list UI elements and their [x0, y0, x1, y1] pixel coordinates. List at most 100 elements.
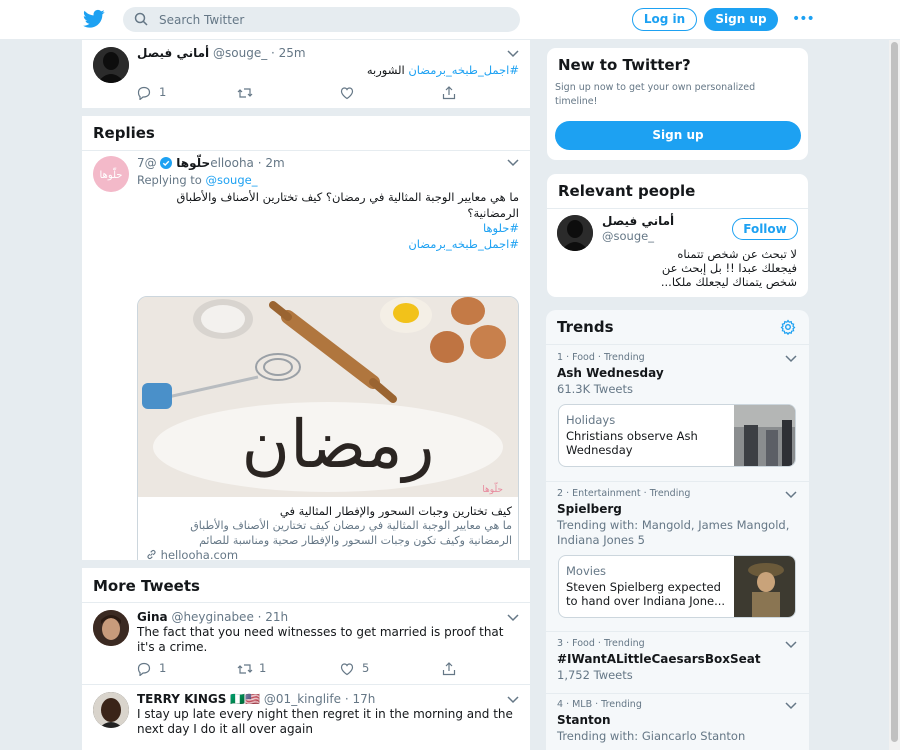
sidebar-signup-button[interactable]: Sign up: [555, 121, 801, 150]
follow-button[interactable]: Follow: [732, 218, 798, 240]
tweet-time[interactable]: · 25m: [271, 46, 306, 60]
link-icon: [147, 549, 156, 560]
top-tweet[interactable]: أماني فيصل @souge_ · 25m #اجمل_طبخه_برمض…: [82, 40, 530, 108]
chevron-down-icon[interactable]: [785, 641, 797, 649]
avatar[interactable]: [93, 610, 129, 646]
trend-news-card[interactable]: Holidays Christians observe Ash Wednesda…: [558, 404, 796, 467]
person-handle[interactable]: @souge_: [602, 229, 654, 243]
tweet-time[interactable]: · 17h: [345, 692, 376, 706]
chevron-down-icon[interactable]: [507, 696, 519, 704]
tweet-author: أماني فيصل @souge_ · 25m: [137, 46, 306, 60]
author-name[interactable]: TERRY KINGS: [137, 692, 226, 706]
avatar[interactable]: [93, 47, 129, 83]
author-name[interactable]: أماني فيصل: [137, 46, 209, 60]
search-icon: [134, 12, 148, 26]
reply-count: 1: [159, 661, 167, 675]
twitter-logo-icon[interactable]: [83, 9, 105, 29]
hashtag-link[interactable]: #حلوها: [137, 221, 519, 237]
link-card[interactable]: رمضان حلّوها كيف تختارين وجبات السحور وا…: [137, 296, 519, 571]
news-thumbnail-icon: [734, 405, 795, 466]
main-column: أماني فيصل @souge_ · 25m #اجمل_طبخه_برمض…: [82, 40, 530, 750]
relevant-people-title: Relevant people: [558, 182, 696, 200]
author-name[interactable]: حلّوها: [176, 156, 210, 170]
replying-handle-link[interactable]: @souge_: [206, 173, 258, 187]
share-icon: [442, 86, 456, 100]
more-icon[interactable]: •••: [792, 11, 815, 27]
avatar[interactable]: حلّوها: [93, 156, 129, 192]
retweet-icon: [237, 664, 253, 674]
author-flags: 🇳🇬🇺🇸: [230, 692, 261, 706]
person-bio: لا تبحث عن شخص تتمناه فيجعلك عبدا !! بل …: [557, 247, 797, 289]
tweet-line: ما هي معايير الوجبة المثالية في رمضان؟ ك…: [176, 190, 520, 204]
chevron-down-icon[interactable]: [507, 50, 519, 58]
trend-news-card[interactable]: Movies Steven Spielberg expected to hand…: [558, 555, 796, 618]
trend-sub: Trending with: Giancarlo Stanton: [557, 729, 746, 743]
card-desc-line: ما هي معايير الوجبة المثالية في رمضان كي…: [190, 519, 512, 532]
login-button[interactable]: Log in: [632, 8, 697, 31]
tweet-text: I stay up late every night then regret i…: [137, 707, 513, 736]
author-handle[interactable]: @heyginabee: [171, 610, 253, 624]
avatar-image-icon: [93, 47, 129, 83]
search-bar[interactable]: [123, 7, 520, 32]
section-gap: [82, 108, 530, 116]
trend-meta: 3 · Food · Trending: [557, 638, 645, 649]
replies-section: Replies حلّوها حلّوها @7ellooha · 2m Rep…: [82, 116, 530, 594]
settings-gear-icon[interactable]: [780, 319, 796, 335]
new-to-twitter-card: New to Twitter? Sign up now to get your …: [546, 47, 809, 161]
search-input[interactable]: [159, 10, 499, 29]
link-card-desc: ما هي معايير الوجبة المثالية في رمضان كي…: [146, 519, 512, 548]
hashtag-link[interactable]: #اجمل_طبخه_برمضان: [408, 63, 519, 77]
chevron-down-icon[interactable]: [785, 491, 797, 499]
trend-sub: Trending with: Mangold, James Mangold, I…: [557, 518, 790, 547]
section-gap: [82, 560, 530, 568]
replying-to: Replying to @souge_: [137, 173, 519, 188]
trend-item[interactable]: 1 · Food · Trending Ash Wednesday 61.3K …: [546, 345, 809, 480]
scrollbar-thumb[interactable]: [891, 42, 898, 742]
avatar[interactable]: [557, 215, 593, 251]
chevron-down-icon[interactable]: [507, 614, 519, 622]
trend-item[interactable]: 2 · Entertainment · Trending Spielberg T…: [546, 482, 809, 630]
tweet-body: الشوربه: [366, 63, 405, 77]
hashtag-link[interactable]: #اجمل_طبخه_برمضان: [137, 237, 519, 253]
trend-name: Stanton: [557, 713, 611, 727]
new-to-twitter-desc: Sign up now to get your own personalized…: [555, 82, 756, 107]
bio-line: لا تبحث عن شخص تتمناه: [677, 247, 797, 261]
chevron-down-icon[interactable]: [785, 355, 797, 363]
author-handle[interactable]: @souge_: [213, 46, 267, 60]
scrollbar[interactable]: [889, 40, 900, 750]
tweet-actions: 1 1 5: [137, 661, 467, 677]
tweet-time[interactable]: · 2m: [258, 156, 285, 170]
person-name[interactable]: أماني فيصل: [602, 214, 674, 228]
author-name[interactable]: Gina: [137, 610, 168, 624]
signup-button[interactable]: Sign up: [704, 8, 778, 31]
new-to-twitter-title: New to Twitter?: [558, 56, 691, 74]
trend-item[interactable]: 3 · Food · Trending #IWantALittleCaesars…: [546, 632, 809, 692]
chevron-down-icon[interactable]: [507, 159, 519, 167]
trend-name: Ash Wednesday: [557, 366, 664, 380]
replying-prefix: Replying to: [137, 173, 202, 187]
verified-badge-icon: [160, 157, 173, 169]
avatar-image-icon: حلّوها: [93, 156, 129, 192]
tweet-time[interactable]: · 21h: [258, 610, 289, 624]
link-card-image: رمضان حلّوها: [138, 297, 518, 497]
avatar-image-icon: [93, 692, 129, 728]
card-image-text: رمضان: [241, 406, 434, 484]
trend-meta: 1 · Food · Trending: [557, 352, 645, 363]
trends-card: Trends 1 · Food · Trending Ash Wednesday…: [546, 310, 809, 750]
top-bar: Log in Sign up •••: [0, 0, 900, 40]
news-headline: Christians observe Ash Wednesday: [566, 429, 698, 457]
retweet-count: 1: [259, 661, 267, 675]
divider: [82, 684, 530, 685]
trend-item[interactable]: 4 · MLB · Trending Stanton Trending with…: [546, 694, 809, 750]
link-card-title: كيف تختارين وجبات السحور والإفطار المثال…: [279, 504, 512, 518]
divider: [547, 208, 808, 209]
more-tweets-section: More Tweets Gina @heyginabee · 21h The f…: [82, 568, 530, 750]
avatar[interactable]: [93, 692, 129, 728]
chevron-down-icon[interactable]: [785, 702, 797, 710]
divider: [82, 150, 530, 151]
heart-icon: [340, 663, 354, 676]
tweet-line: الرمضانية؟: [467, 205, 519, 220]
author-handle[interactable]: @01_kinglife: [264, 692, 341, 706]
tweet-actions: 1: [137, 85, 467, 101]
news-category: Movies: [566, 564, 607, 578]
